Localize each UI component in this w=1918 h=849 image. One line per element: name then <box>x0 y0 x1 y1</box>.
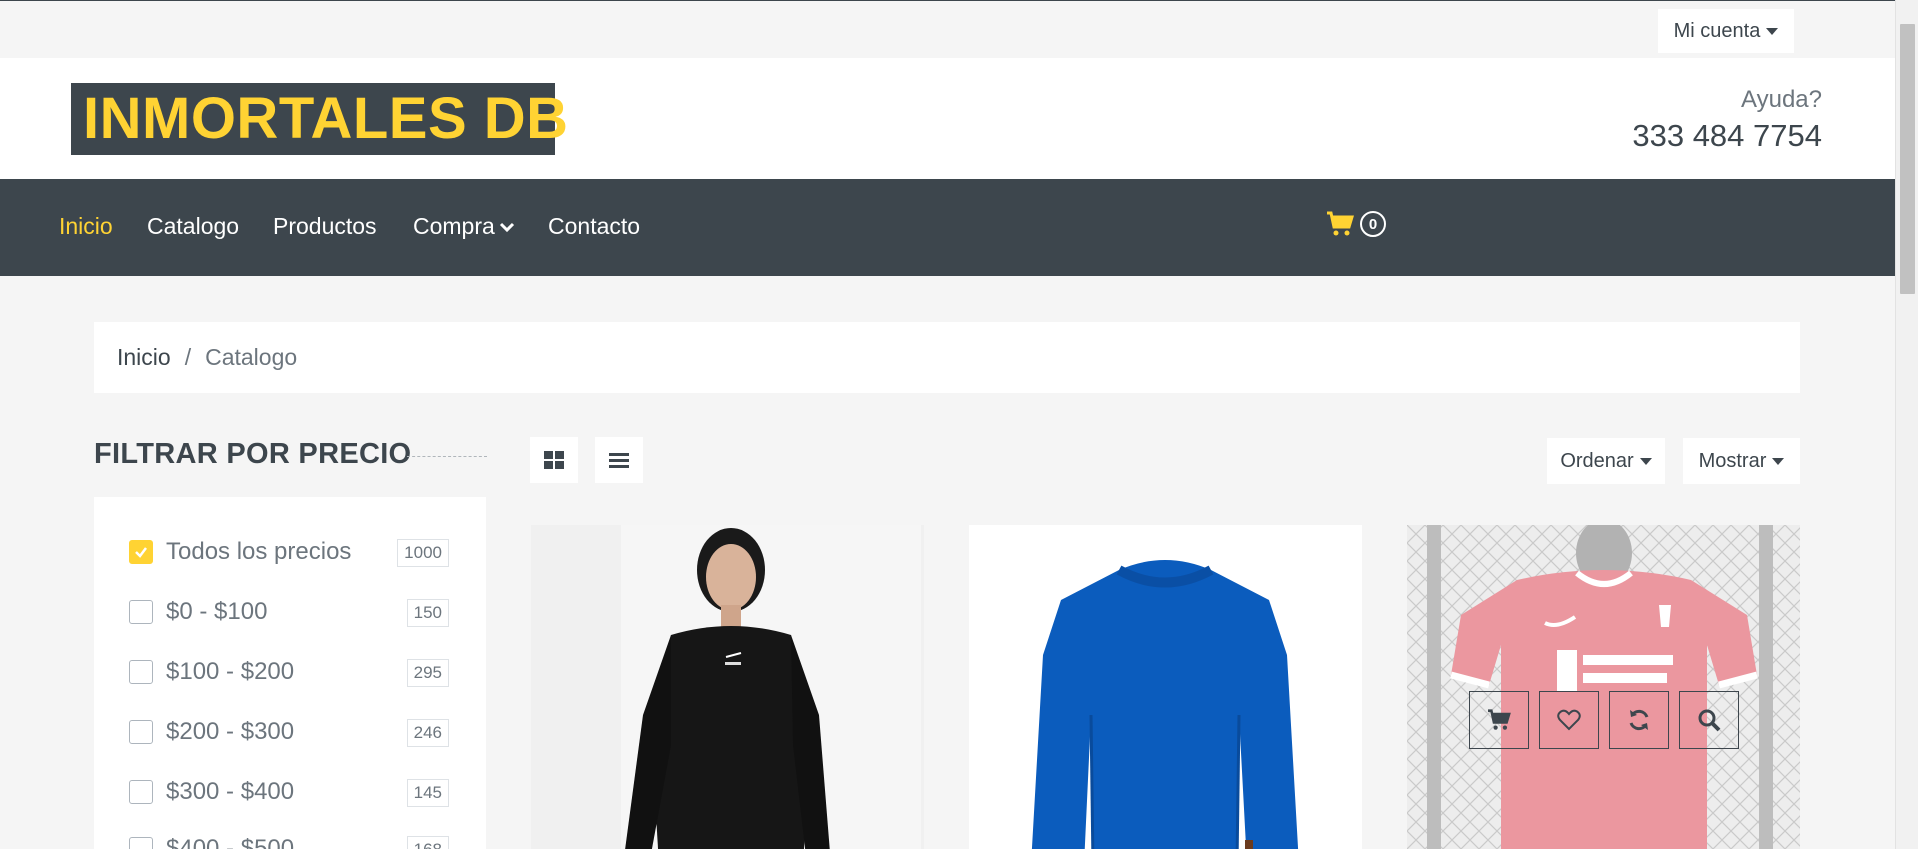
price-filter-label: Todos los precios <box>166 538 352 565</box>
nav-item-contacto[interactable]: Contacto <box>548 213 640 240</box>
price-filter-label: $100 - $200 <box>166 658 295 685</box>
breadcrumb: Inicio / Catalogo <box>94 322 1800 393</box>
price-filter-count: 295 <box>406 659 449 687</box>
price-filter-count: 246 <box>406 719 449 747</box>
sort-dropdown[interactable]: Ordenar <box>1547 438 1665 484</box>
price-filter-count: 145 <box>406 779 449 807</box>
checkbox[interactable] <box>129 837 153 849</box>
search-icon <box>1698 709 1721 732</box>
grid-icon <box>544 451 564 469</box>
product-image-black-shirt <box>531 525 924 849</box>
help-phone: 333 484 7754 <box>1632 118 1822 153</box>
price-filter-count: 168 <box>406 836 449 849</box>
product-card[interactable] <box>969 525 1362 849</box>
add-to-cart-button[interactable] <box>1469 691 1529 749</box>
help-label: Ayuda? <box>1741 86 1822 113</box>
nav-item-catalogo[interactable]: Catalogo <box>147 213 239 240</box>
cart-button[interactable]: 0 <box>1326 211 1386 237</box>
product-card[interactable] <box>1407 525 1800 849</box>
price-filter-option[interactable]: $100 - $200 295 <box>129 657 449 687</box>
price-filter-option[interactable]: Todos los precios 1000 <box>129 537 449 567</box>
cart-count-badge: 0 <box>1360 211 1386 237</box>
chevron-down-icon <box>499 222 514 232</box>
price-filter-option[interactable]: $0 - $100 150 <box>129 597 449 627</box>
price-filter-option[interactable]: $400 - $500 168 <box>129 834 449 849</box>
cart-icon <box>1327 211 1354 236</box>
price-filter-option[interactable]: $300 - $400 145 <box>129 777 449 807</box>
nav-item-inicio[interactable]: Inicio <box>59 213 113 240</box>
list-icon <box>609 453 629 468</box>
cart-icon <box>1488 709 1511 730</box>
nav-item-compra[interactable]: Compra <box>413 213 515 240</box>
hover-overlay <box>1407 525 1800 849</box>
price-filter-count: 150 <box>406 599 449 627</box>
grid-view-button[interactable] <box>530 437 578 483</box>
heart-icon <box>1557 709 1581 731</box>
refresh-icon <box>1629 709 1649 731</box>
my-account-dropdown[interactable]: Mi cuenta <box>1658 9 1794 53</box>
price-filter-label: $0 - $100 <box>166 598 268 625</box>
checkbox-checked[interactable] <box>129 540 153 564</box>
quick-view-button[interactable] <box>1679 691 1739 749</box>
show-dropdown[interactable]: Mostrar <box>1683 438 1800 484</box>
my-account-label: Mi cuenta <box>1673 19 1761 42</box>
breadcrumb-home[interactable]: Inicio <box>117 344 171 371</box>
site-header: INMORTALES DB Ayuda? 333 484 7754 <box>0 58 1918 179</box>
show-dropdown-label: Mostrar <box>1698 449 1767 472</box>
price-filter-label: $200 - $300 <box>166 718 295 745</box>
nav-item-compra-label: Compra <box>413 213 495 239</box>
price-filter-panel: Todos los precios 1000 $0 - $100 150 $10… <box>94 497 486 849</box>
top-bar: Mi cuenta <box>0 0 1918 58</box>
checkbox[interactable] <box>129 600 153 624</box>
checkbox[interactable] <box>129 660 153 684</box>
breadcrumb-current: Catalogo <box>205 344 298 370</box>
price-filter-label: $300 - $400 <box>166 778 295 805</box>
caret-down-icon <box>1639 457 1652 465</box>
compare-button[interactable] <box>1609 691 1669 749</box>
caret-down-icon <box>1766 27 1779 35</box>
breadcrumb-separator: / <box>184 344 192 370</box>
checkbox[interactable] <box>129 780 153 804</box>
nav-item-productos[interactable]: Productos <box>273 213 377 240</box>
price-filter-label: $400 - $500 <box>166 835 295 849</box>
price-filter-title: FILTRAR POR PRECIO <box>94 438 412 470</box>
page-scrollbar[interactable] <box>1895 0 1918 849</box>
main-navbar: Inicio Catalogo Productos Compra Contact… <box>0 179 1918 276</box>
price-filter-count: 1000 <box>397 539 449 567</box>
product-image-blue-sweatshirt <box>969 525 1362 849</box>
check-icon <box>135 547 147 558</box>
list-view-button[interactable] <box>595 437 643 483</box>
product-actions <box>1469 691 1739 749</box>
caret-down-icon <box>1772 457 1785 465</box>
product-card[interactable] <box>531 525 924 849</box>
site-logo[interactable]: INMORTALES DB <box>71 83 568 155</box>
price-filter-option[interactable]: $200 - $300 246 <box>129 717 449 747</box>
add-to-wishlist-button[interactable] <box>1539 691 1599 749</box>
sort-dropdown-label: Ordenar <box>1560 449 1634 472</box>
title-divider <box>407 456 487 457</box>
checkbox[interactable] <box>129 720 153 744</box>
scrollbar-thumb[interactable] <box>1900 24 1915 294</box>
